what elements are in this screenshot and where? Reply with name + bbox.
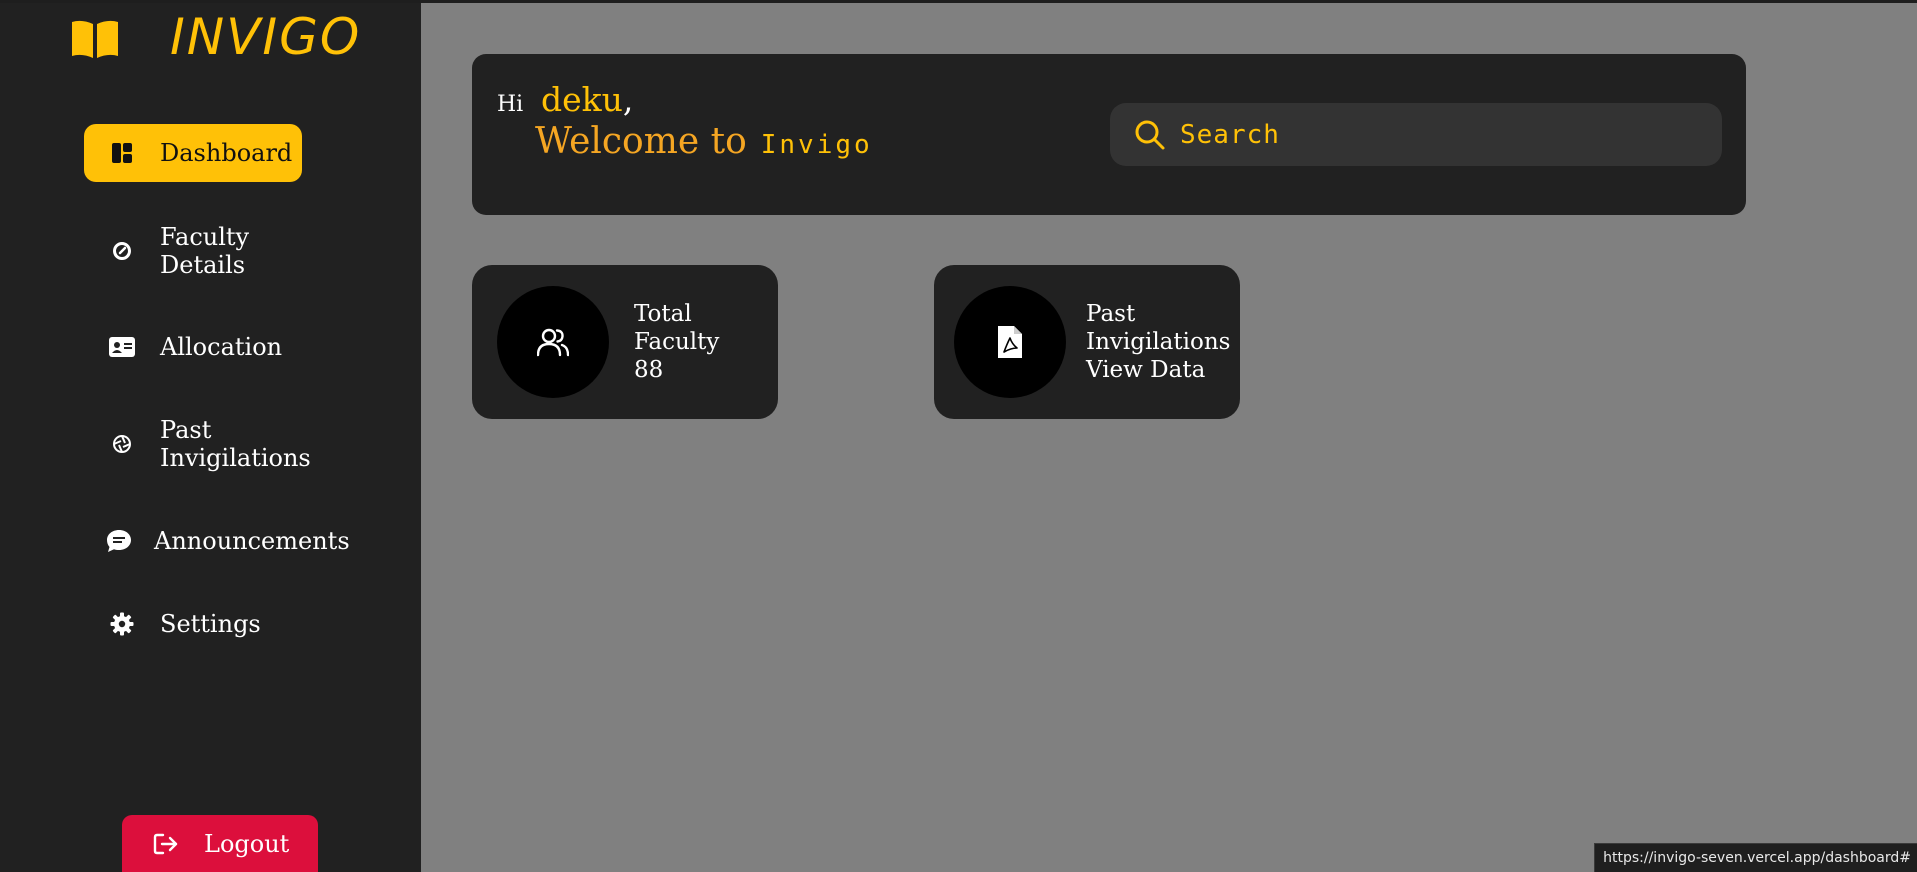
sidebar-item-faculty-details[interactable]: Faculty Details: [84, 222, 302, 280]
search-input[interactable]: [1178, 118, 1682, 151]
card-line: Faculty: [634, 329, 720, 355]
sidebar-item-label: Announcements: [154, 527, 350, 555]
browser-status-url: https://invigo-seven.vercel.app/dashboar…: [1594, 843, 1917, 872]
sidebar-item-announcements[interactable]: Announcements: [84, 512, 350, 570]
window-top-border: [0, 0, 1917, 3]
username: deku,: [541, 80, 633, 119]
sidebar: INVIGO Dashboard Faculty Details Allocat…: [0, 0, 421, 872]
card-line: Invigilations: [1086, 329, 1231, 355]
faculty-count: 88: [634, 357, 664, 383]
past-invigilations-text: Past Invigilations View Data: [1086, 300, 1230, 384]
chat-icon: [106, 525, 132, 557]
logout-button[interactable]: Logout: [122, 815, 318, 872]
sidebar-item-settings[interactable]: Settings: [84, 595, 302, 653]
sidebar-item-label: Faculty Details: [160, 223, 250, 279]
username-text: deku: [541, 80, 623, 119]
logout-label: Logout: [204, 829, 290, 858]
sidebar-item-allocation[interactable]: Allocation: [84, 318, 302, 376]
aperture-icon: [106, 428, 138, 460]
users-icon: [497, 286, 609, 398]
sidebar-item-past-invigilations[interactable]: Past Invigilations: [84, 415, 311, 473]
total-faculty-text: Total Faculty 88: [634, 300, 719, 384]
id-card-icon: [106, 331, 138, 363]
welcome-text: Welcome to: [535, 121, 747, 162]
app-logo-text: INVIGO: [170, 8, 362, 66]
sidebar-item-label: Allocation: [160, 333, 283, 361]
card-line: Past: [1086, 301, 1136, 327]
welcome-app-name: Invigo: [760, 130, 873, 160]
greeting-hi: Hi: [497, 92, 524, 117]
gauge-icon: [106, 235, 138, 267]
past-invigilations-card[interactable]: Past Invigilations View Data: [934, 265, 1240, 419]
gear-icon: [106, 608, 138, 640]
welcome-header: Hi deku, Welcome to Invigo: [472, 54, 1746, 215]
sidebar-item-label: Past Invigilations: [160, 416, 311, 472]
search-icon[interactable]: [1132, 117, 1168, 153]
total-faculty-card[interactable]: Total Faculty 88: [472, 265, 778, 419]
sidebar-item-dashboard[interactable]: Dashboard: [84, 124, 302, 182]
sidebar-item-label: Settings: [160, 610, 261, 638]
username-comma: ,: [622, 80, 634, 119]
sidebar-item-label: Dashboard: [160, 139, 293, 167]
logout-icon: [152, 830, 180, 858]
search-bar[interactable]: [1110, 103, 1722, 166]
dashboard-icon: [106, 137, 138, 169]
card-line: Total: [634, 301, 692, 327]
view-data-link[interactable]: View Data: [1086, 356, 1230, 384]
pdf-file-icon: [954, 286, 1066, 398]
open-book-icon: [70, 18, 120, 60]
welcome-message: Welcome to Invigo: [535, 121, 873, 162]
